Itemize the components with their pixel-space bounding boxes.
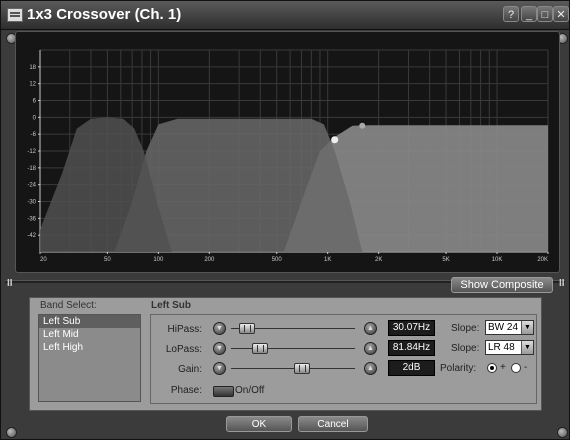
x-tick-label: 500 (272, 257, 283, 263)
frequency-response-graph[interactable]: 18 12 6 0 -6 -12 -18 -24 -30 -36 -42 20 50 100 200 500… (15, 31, 560, 273)
minimize-icon[interactable]: _ (521, 6, 537, 22)
band-left-sub-curve (40, 117, 172, 252)
hipass-slope-value: BW 24 (488, 322, 519, 333)
screw-icon (6, 427, 17, 438)
band-select-list[interactable]: Left Sub Left Mid Left High (38, 314, 141, 402)
y-tick-label: -18 (27, 166, 36, 172)
hipass-value[interactable]: 30.07Hz (388, 320, 435, 336)
hipass-slope-select[interactable]: BW 24 ▼ (485, 320, 534, 335)
cancel-button[interactable]: Cancel (298, 416, 368, 432)
show-composite-button[interactable]: Show Composite (451, 277, 553, 293)
band-select-label: Band Select: (40, 300, 97, 311)
crossover-handle (359, 122, 366, 129)
band-item-left-mid[interactable]: Left Mid (39, 328, 140, 341)
gain-value[interactable]: 2dB (388, 360, 435, 376)
polarity-minus-radio[interactable] (511, 363, 521, 373)
chevron-down-icon[interactable]: ▼ (521, 321, 533, 334)
gain-label: Gain: (178, 364, 202, 375)
gain-slider-thumb[interactable] (293, 363, 310, 374)
y-tick-label: -30 (27, 200, 36, 206)
x-tick-label: 5K (442, 257, 449, 263)
polarity-minus-label: - (524, 362, 528, 373)
graph-canvas[interactable]: 18 12 6 0 -6 -12 -18 -24 -30 -36 -42 20 50 100 200 500… (16, 32, 559, 272)
lopass-slope-value: LR 48 (488, 342, 515, 353)
hipass-slider-thumb[interactable] (238, 323, 255, 334)
y-tick-label: 18 (29, 65, 36, 71)
ok-button[interactable]: OK (226, 416, 292, 432)
y-tick-label: -36 (27, 216, 36, 222)
close-icon[interactable]: ✕ (553, 6, 569, 22)
phase-label: Phase: (170, 385, 202, 396)
lopass-slope-label: Slope: (451, 343, 480, 354)
maximize-icon[interactable]: □ (537, 6, 553, 22)
crossover-window: 1x3 Crossover (Ch. 1) ? _ □ ✕ 18 12 6 0 -6 -1… (0, 0, 570, 440)
x-tick-label: 100 (153, 257, 164, 263)
window-title: 1x3 Crossover (Ch. 1) (27, 6, 182, 23)
band-controls: HiPass: ▼ ▲ 30.07Hz Slope: BW 24 ▼ LoPas… (150, 314, 537, 404)
chevron-down-icon[interactable]: ▼ (521, 341, 533, 354)
y-tick-label: 0 (33, 115, 37, 121)
help-icon[interactable]: ? (503, 6, 519, 22)
y-tick-label: 12 (29, 82, 36, 88)
polarity-label: Polarity: (440, 363, 477, 374)
selected-band-title: Left Sub (151, 300, 191, 311)
title-bar[interactable]: 1x3 Crossover (Ch. 1) ? _ □ ✕ (1, 1, 569, 30)
grip-icon: II (7, 278, 13, 289)
lopass-slope-select[interactable]: LR 48 ▼ (485, 340, 534, 355)
grip-icon: II (559, 278, 565, 289)
hipass-slope-label: Slope: (451, 323, 480, 334)
y-tick-label: -24 (27, 183, 36, 189)
lopass-label: LoPass: (165, 344, 202, 355)
hipass-decrease-icon[interactable]: ▼ (213, 322, 226, 335)
lopass-increase-icon[interactable]: ▲ (364, 342, 377, 355)
polarity-plus-radio[interactable] (487, 363, 497, 373)
hipass-increase-icon[interactable]: ▲ (364, 322, 377, 335)
polarity-plus-label: + (500, 362, 506, 373)
gain-increase-icon[interactable]: ▲ (364, 362, 377, 375)
window-app-icon (7, 8, 23, 22)
x-tick-label: 20 (40, 257, 47, 263)
band-item-left-sub[interactable]: Left Sub (39, 315, 140, 328)
lopass-slider-thumb[interactable] (251, 343, 268, 354)
phase-toggle-label: On/Off (235, 385, 265, 396)
hipass-label: HiPass: (167, 324, 202, 335)
x-tick-label: 1K (324, 257, 331, 263)
lopass-decrease-icon[interactable]: ▼ (213, 342, 226, 355)
gain-decrease-icon[interactable]: ▼ (213, 362, 226, 375)
x-tick-label: 10K (492, 257, 503, 263)
x-tick-label: 50 (104, 257, 111, 263)
x-tick-label: 20K (537, 257, 548, 263)
y-tick-label: 6 (33, 99, 37, 105)
y-tick-label: -12 (27, 149, 36, 155)
lopass-value[interactable]: 81.84Hz (388, 340, 435, 356)
y-tick-label: -42 (27, 233, 36, 239)
x-tick-label: 200 (204, 257, 215, 263)
band-control-panel: Band Select: Left Sub Left Mid Left High… (29, 297, 542, 411)
y-axis-ticks: 18 12 6 0 -6 -12 -18 -24 -30 -36 -42 (27, 65, 40, 239)
x-axis-ticks: 20 50 100 200 500 1K 2K 5K 10K 20K (39, 252, 549, 263)
x-tick-label: 2K (375, 257, 382, 263)
band-item-left-high[interactable]: Left High (39, 341, 140, 354)
crossover-handle (331, 136, 339, 144)
screw-icon (557, 427, 568, 438)
lopass-slider-track[interactable] (231, 348, 355, 349)
phase-toggle-button[interactable] (213, 386, 234, 397)
y-tick-label: -6 (31, 132, 37, 138)
